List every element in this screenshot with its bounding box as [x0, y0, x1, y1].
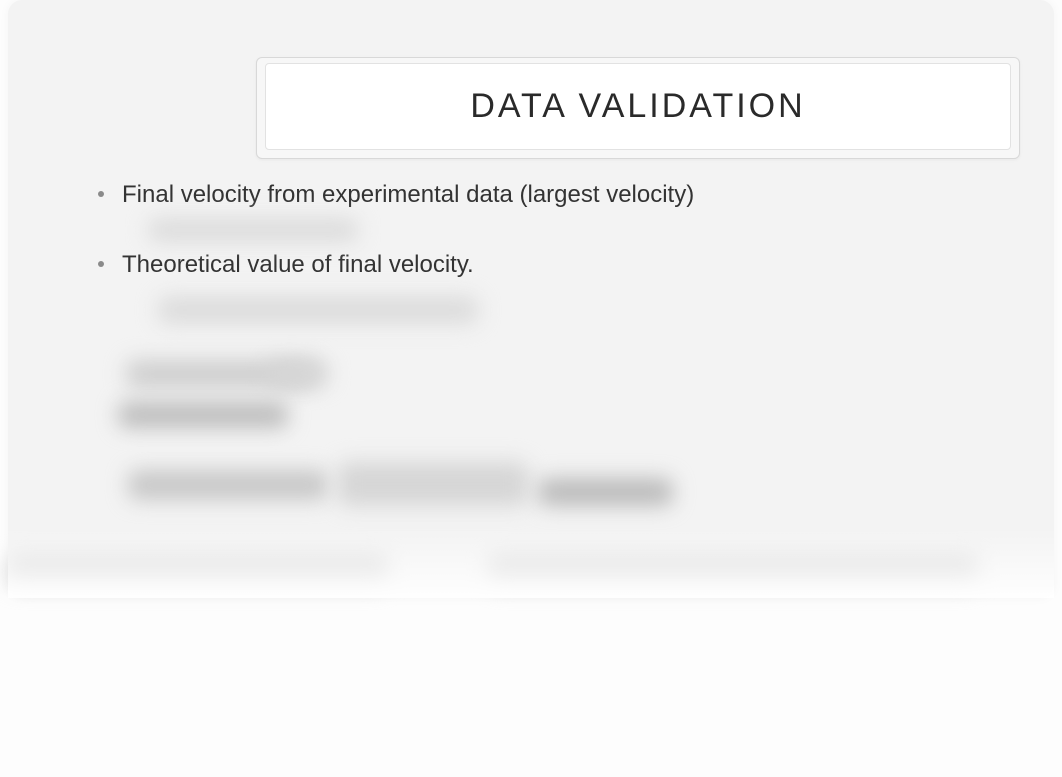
title-panel-inner: DATA VALIDATION [265, 63, 1011, 150]
obscured-region [488, 556, 978, 586]
obscured-region [8, 556, 388, 586]
list-item: Final velocity from experimental data (l… [98, 178, 1014, 212]
list-item: Theoretical value of final velocity. [98, 248, 1014, 282]
bullet-text: Final velocity from experimental data (l… [122, 178, 1014, 212]
bullet-icon [98, 261, 104, 267]
obscured-region [538, 478, 673, 506]
document-page: DATA VALIDATION Final velocity from expe… [8, 0, 1054, 598]
page-title: DATA VALIDATION [470, 87, 805, 126]
obscured-region [268, 360, 328, 386]
obscured-region [118, 402, 288, 428]
bullet-icon [98, 191, 104, 197]
obscured-region [158, 296, 478, 324]
bullet-text: Theoretical value of final velocity. [122, 248, 1014, 282]
obscured-region [148, 218, 358, 242]
obscured-region [338, 462, 528, 506]
obscured-region [128, 470, 328, 500]
title-panel-outer: DATA VALIDATION [256, 57, 1020, 159]
